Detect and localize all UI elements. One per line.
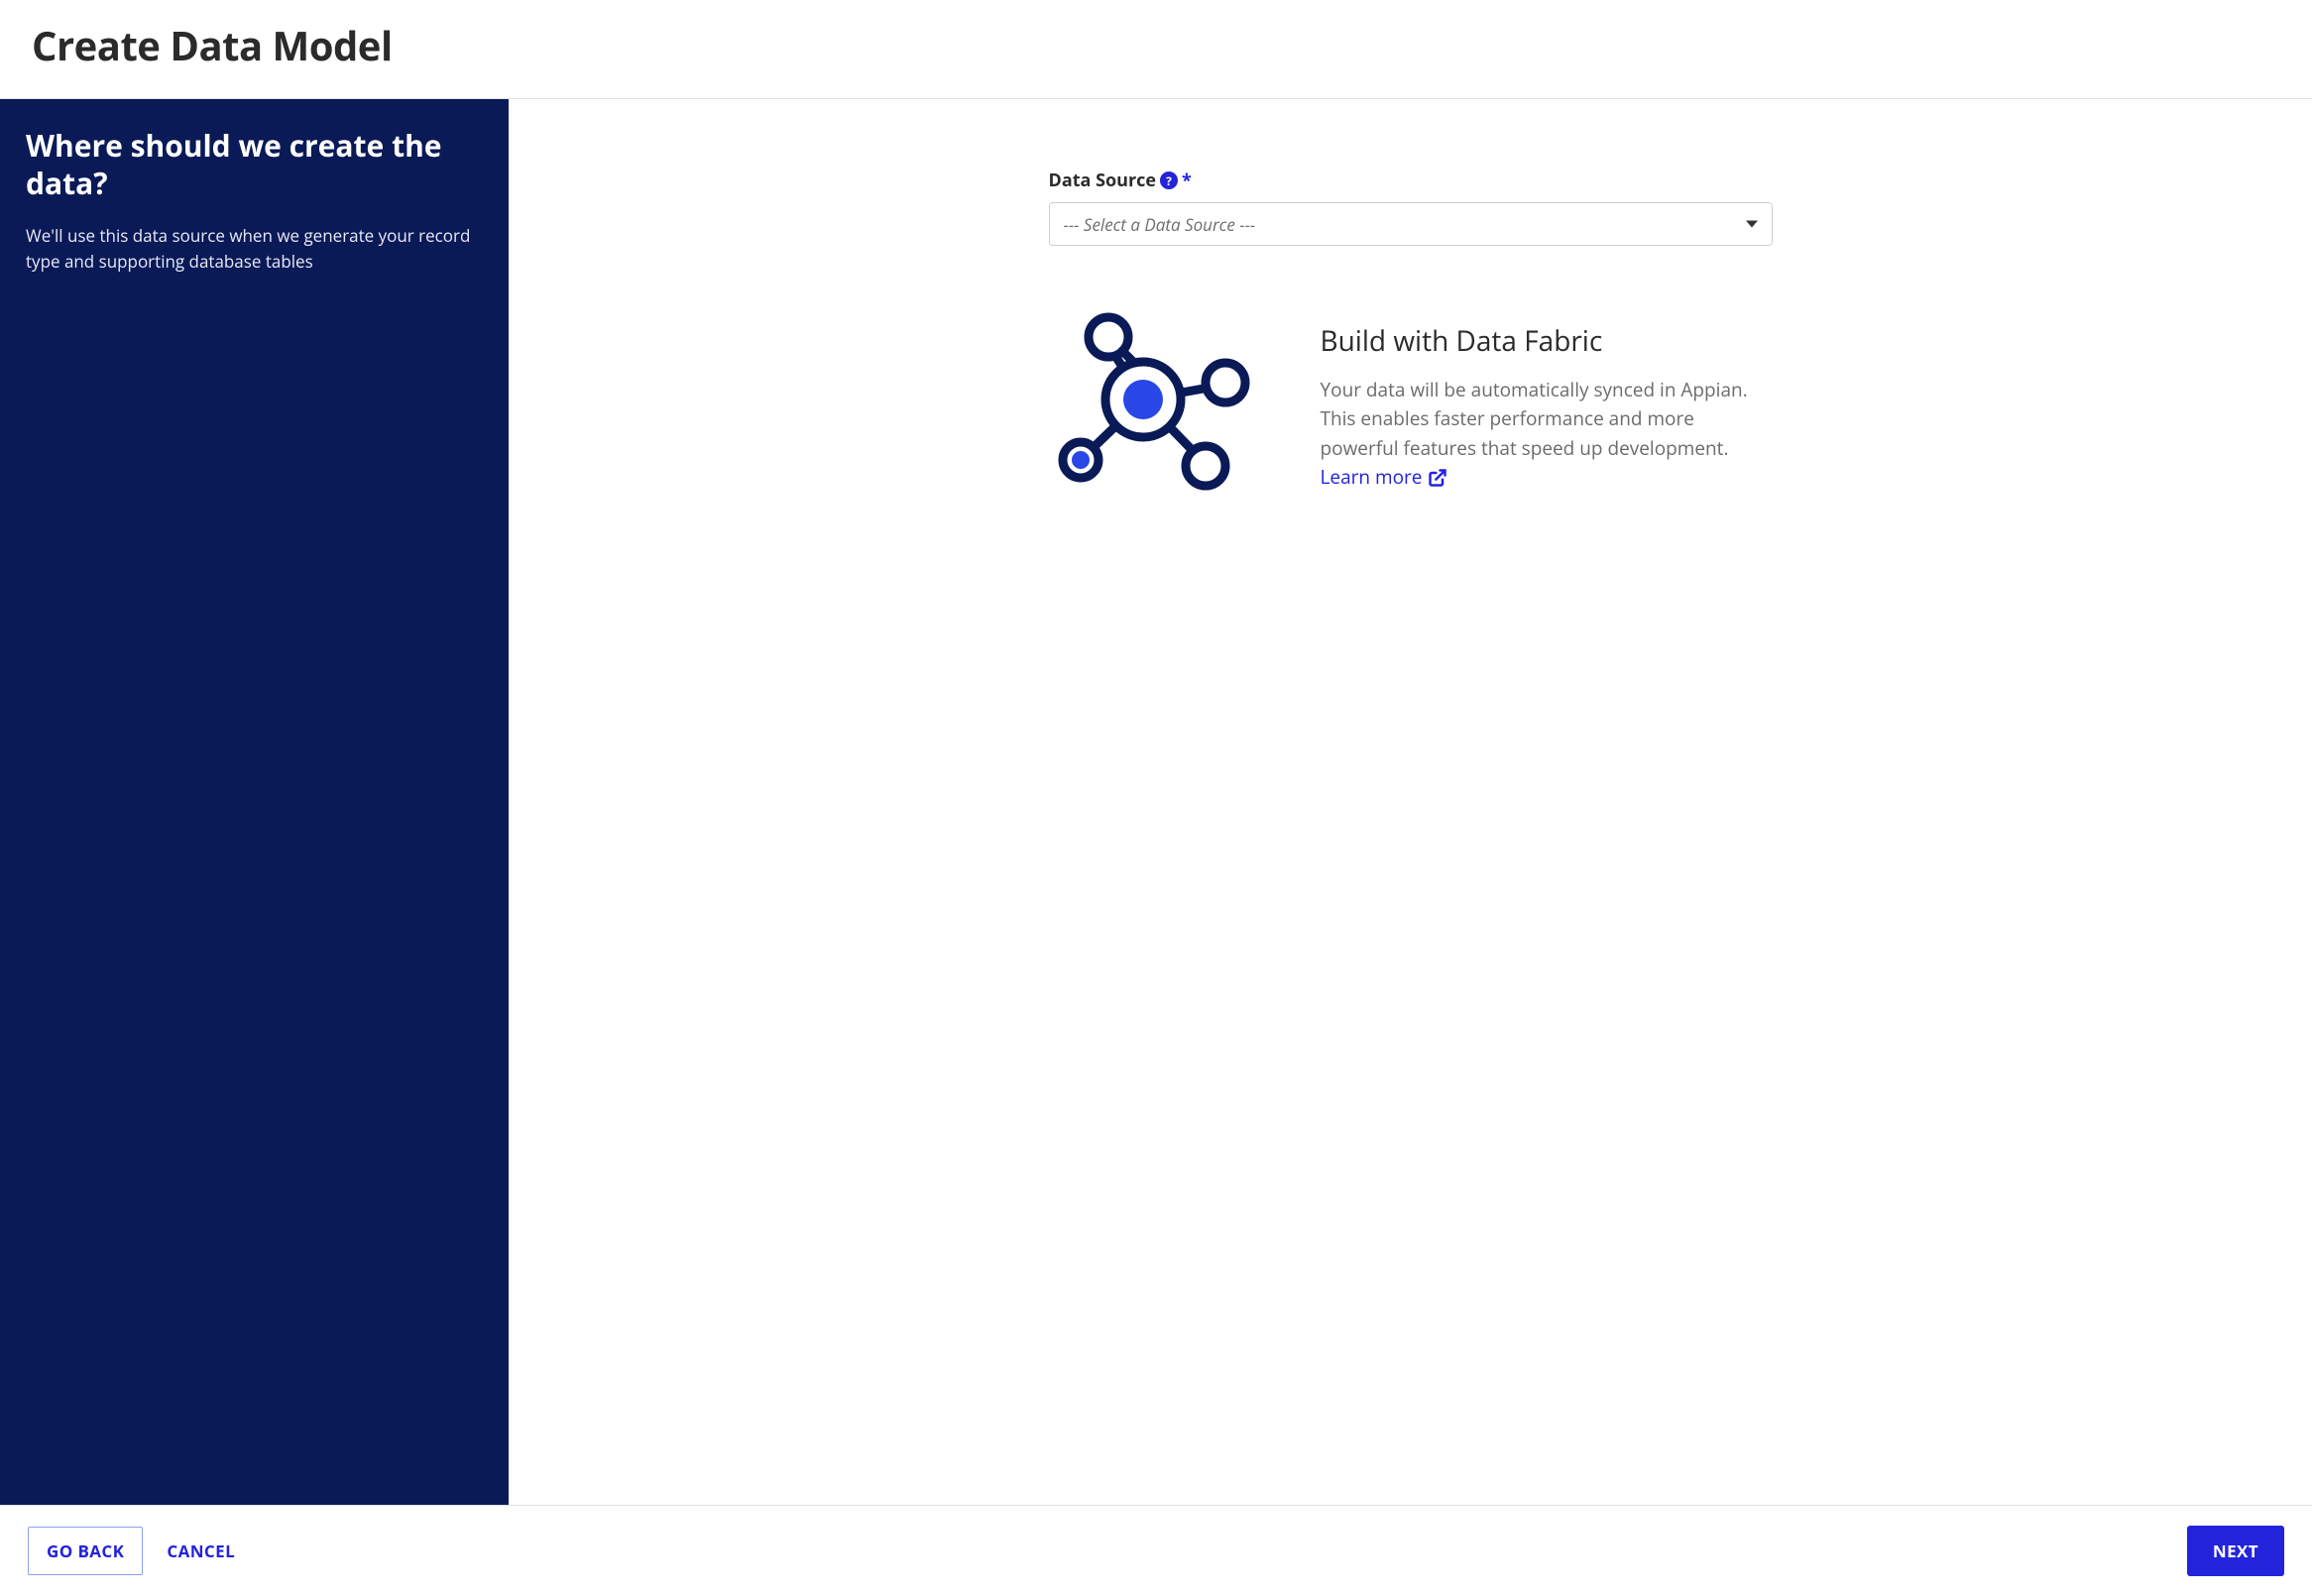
- learn-more-link[interactable]: Learn more: [1321, 463, 1448, 492]
- wizard-footer: GO BACK CANCEL NEXT: [0, 1506, 2312, 1596]
- go-back-button[interactable]: GO BACK: [28, 1527, 143, 1575]
- sidebar-heading: Where should we create the data?: [26, 127, 483, 201]
- info-body: Your data will be automatically synced i…: [1321, 376, 1773, 493]
- data-fabric-icon: [1049, 305, 1277, 509]
- next-button[interactable]: NEXT: [2187, 1526, 2284, 1576]
- external-link-icon: [1428, 468, 1447, 488]
- data-source-label: Data Source: [1049, 169, 1157, 192]
- page-title: Create Data Model: [32, 18, 2280, 72]
- data-source-field: Data Source ? * --- Select a Data Source…: [1049, 169, 1773, 246]
- info-text: Build with Data Fabric Your data will be…: [1321, 322, 1773, 493]
- info-title: Build with Data Fabric: [1321, 322, 1773, 360]
- form-area: Data Source ? * --- Select a Data Source…: [1049, 169, 1773, 509]
- page-body: Where should we create the data? We'll u…: [0, 99, 2312, 1506]
- field-label-row: Data Source ? *: [1049, 169, 1773, 192]
- help-icon[interactable]: ?: [1160, 171, 1178, 189]
- create-data-model-page: Create Data Model Where should we create…: [0, 0, 2312, 1596]
- sidebar-description: We'll use this data source when we gener…: [26, 223, 483, 274]
- chevron-down-icon: [1746, 221, 1758, 228]
- info-body-text: Your data will be automatically synced i…: [1321, 377, 1748, 461]
- info-panel: Build with Data Fabric Your data will be…: [1049, 305, 1773, 509]
- select-placeholder: --- Select a Data Source ---: [1064, 213, 1256, 236]
- learn-more-text: Learn more: [1321, 463, 1423, 492]
- step-sidebar: Where should we create the data? We'll u…: [0, 99, 509, 1505]
- cancel-button[interactable]: CANCEL: [159, 1528, 243, 1574]
- main-content: Data Source ? * --- Select a Data Source…: [509, 99, 2312, 1505]
- page-header: Create Data Model: [0, 0, 2312, 99]
- data-source-select[interactable]: --- Select a Data Source ---: [1049, 202, 1773, 246]
- required-indicator: *: [1182, 171, 1192, 189]
